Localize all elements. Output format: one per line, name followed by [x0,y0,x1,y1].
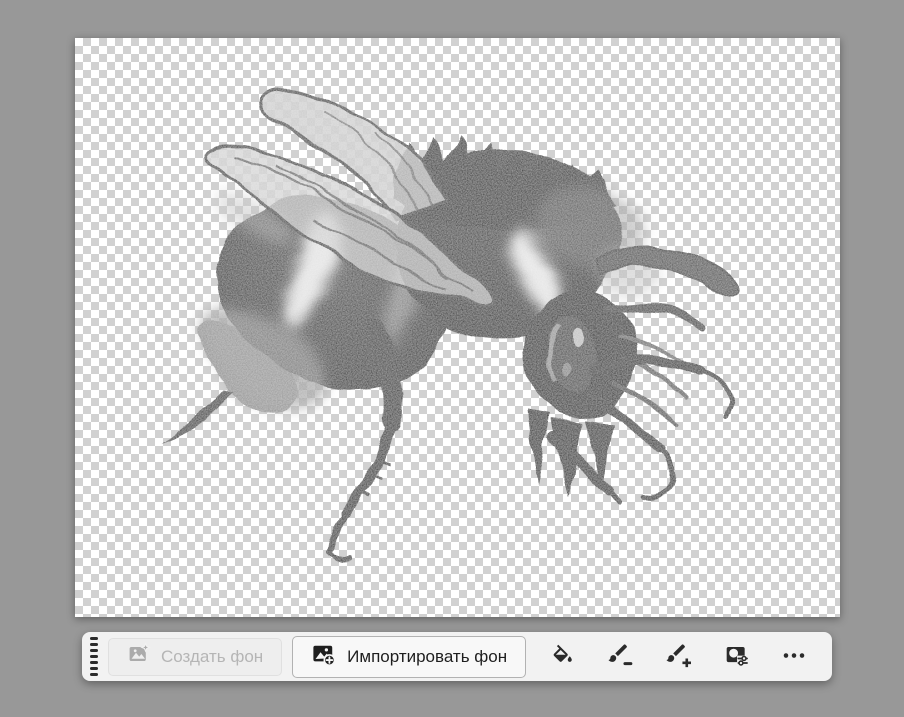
brush-plus-icon [665,642,691,671]
image-adjustments-icon [723,642,749,671]
editor-canvas[interactable] [75,38,840,617]
import-background-button[interactable]: Импортировать фон [292,636,526,678]
ellipsis-icon [781,642,807,671]
brush-add-button[interactable] [656,637,700,677]
import-background-label: Импортировать фон [347,647,507,667]
app-background: Создать фон Импортировать фон [0,0,904,717]
create-background-label: Создать фон [161,647,263,667]
bottom-toolbar: Создать фон Импортировать фон [82,632,832,681]
toolbar-drag-handle[interactable] [90,635,98,678]
paint-bucket-icon [549,642,575,671]
image-sparkle-icon [127,642,151,671]
brush-minus-icon [607,642,633,671]
image-add-icon [311,641,337,672]
bee-artwork [75,38,840,617]
image-adjustments-button[interactable] [714,637,758,677]
brush-remove-button[interactable] [598,637,642,677]
create-background-button[interactable]: Создать фон [108,638,282,676]
more-options-button[interactable] [772,637,816,677]
fill-background-button[interactable] [540,637,584,677]
tool-group [540,637,816,677]
